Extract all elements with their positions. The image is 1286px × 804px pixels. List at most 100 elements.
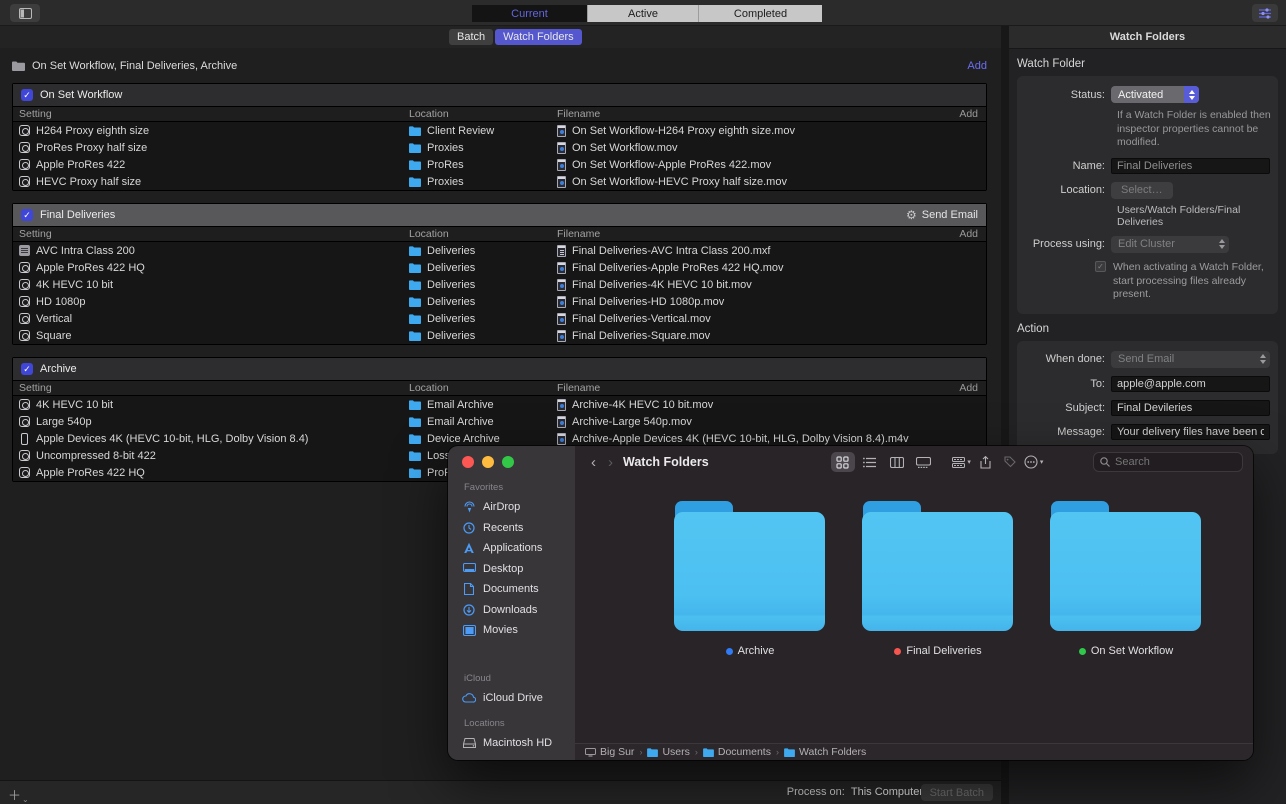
group-checkbox[interactable]: ✓ — [21, 363, 33, 375]
subtab-batch[interactable]: Batch — [449, 29, 493, 45]
sidebar-item-movies[interactable]: Movies — [462, 620, 575, 641]
zoom-button[interactable] — [502, 456, 514, 468]
group-header[interactable]: ✓ Archive — [13, 358, 986, 380]
group-header-selected[interactable]: ✓ Final Deliveries ⚙ Send Email — [13, 204, 986, 226]
forward-button[interactable]: › — [608, 454, 613, 471]
table-header: Setting Location Filename Add — [13, 226, 986, 242]
share-button[interactable] — [974, 452, 998, 472]
folder-on-set-workflow[interactable]: On Set Workflow — [1050, 501, 1202, 679]
table-header: Setting Location Filename Add — [13, 380, 986, 396]
subtab-watch-folders[interactable]: Watch Folders — [495, 29, 582, 45]
window-controls — [462, 456, 575, 468]
path-item-big-sur[interactable]: Big Sur — [585, 746, 634, 758]
process-using-dropdown[interactable]: Edit Cluster — [1111, 236, 1229, 253]
setting-name: Vertical — [36, 313, 72, 325]
location-name: Deliveries — [427, 262, 475, 274]
table-row[interactable]: Large 540p Email Archive Archive-Large 5… — [13, 413, 986, 430]
table-row[interactable]: ProRes Proxy half size Proxies On Set Wo… — [13, 139, 986, 156]
path-item-watch-folders[interactable]: Watch Folders — [784, 746, 866, 758]
tag-blue-dot — [726, 648, 733, 655]
email-to-field[interactable] — [1111, 376, 1270, 392]
email-message-field[interactable] — [1111, 424, 1270, 440]
table-row[interactable]: HD 1080p Deliveries Final Deliveries-HD … — [13, 293, 986, 310]
table-row[interactable]: Vertical Deliveries Final Deliveries-Ver… — [13, 310, 986, 327]
setting-name: Apple Devices 4K (HEVC 10-bit, HLG, Dolb… — [36, 433, 308, 445]
finder-window[interactable]: Favorites AirDrop Recents Applications D… — [448, 446, 1253, 760]
table-row[interactable]: Apple ProRes 422 HQ Deliveries Final Del… — [13, 259, 986, 276]
tab-active[interactable]: Active — [587, 5, 698, 22]
path-item-users[interactable]: Users — [647, 746, 689, 758]
tab-current[interactable]: Current — [472, 5, 587, 22]
group-checkbox[interactable]: ✓ — [21, 209, 33, 221]
sidebar-item-desktop[interactable]: Desktop — [462, 559, 575, 580]
minimize-button[interactable] — [482, 456, 494, 468]
chevron-down-icon: ▾ — [967, 458, 971, 466]
table-row[interactable]: Apple ProRes 422 ProRes On Set Workflow-… — [13, 156, 986, 173]
back-button[interactable]: ‹ — [591, 454, 596, 471]
close-button[interactable] — [462, 456, 474, 468]
setting-icon — [19, 330, 30, 341]
add-output-button[interactable]: Add — [952, 228, 986, 240]
sidebar-item-recents[interactable]: Recents — [462, 518, 575, 539]
column-view-button[interactable] — [885, 452, 909, 472]
sidebar-item-label: Applications — [483, 542, 542, 554]
folder-final-deliveries[interactable]: Final Deliveries — [862, 501, 1014, 679]
when-done-dropdown[interactable]: Send Email — [1111, 351, 1270, 368]
folder-archive[interactable]: Archive — [674, 501, 826, 679]
sidebar-item-label: AirDrop — [483, 501, 520, 513]
sidebar-item-documents[interactable]: Documents — [462, 579, 575, 600]
table-header: Setting Location Filename Add — [13, 106, 986, 122]
finder-window-title: Watch Folders — [623, 455, 709, 469]
add-output-button[interactable]: Add — [952, 108, 986, 120]
process-on-value[interactable]: This Computer — [851, 786, 923, 798]
sidebar-item-icloud-drive[interactable]: iCloud Drive — [462, 688, 575, 709]
sidebar-item-macintosh-hd[interactable]: Macintosh HD — [462, 733, 575, 754]
filename: Archive-4K HEVC 10 bit.mov — [572, 399, 713, 411]
tab-completed[interactable]: Completed — [698, 5, 822, 22]
path-item-documents[interactable]: Documents — [703, 746, 771, 758]
table-row[interactable]: HEVC Proxy half size Proxies On Set Work… — [13, 173, 986, 190]
email-subject-field[interactable] — [1111, 400, 1270, 416]
table-row[interactable]: Apple Devices 4K (HEVC 10-bit, HLG, Dolb… — [13, 430, 986, 447]
folder-icon — [1050, 501, 1202, 633]
list-view-button[interactable] — [858, 452, 882, 472]
add-item-button[interactable]: ＋⌄ — [8, 785, 29, 804]
start-processing-checkbox[interactable]: ✓ — [1095, 261, 1106, 272]
search-field[interactable] — [1093, 452, 1243, 472]
table-row[interactable]: 4K HEVC 10 bit Deliveries Final Deliveri… — [13, 276, 986, 293]
collection-header[interactable]: On Set Workflow, Final Deliveries, Archi… — [12, 57, 987, 75]
sidebar-toggle-button[interactable] — [10, 4, 40, 22]
inspector-toggle-button[interactable] — [1252, 4, 1278, 22]
sidebar-item-downloads[interactable]: Downloads — [462, 600, 575, 621]
sidebar-item-applications[interactable]: Applications — [462, 538, 575, 559]
filename: Final Deliveries-4K HEVC 10 bit.mov — [572, 279, 752, 291]
clock-icon — [462, 522, 476, 534]
group-checkbox[interactable]: ✓ — [21, 89, 33, 101]
group-action[interactable]: ⚙ Send Email — [906, 208, 978, 222]
table-row[interactable]: AVC Intra Class 200 Deliveries Final Del… — [13, 242, 986, 259]
start-batch-button[interactable]: Start Batch — [921, 784, 993, 801]
view-tabs: Current Active Completed — [472, 5, 822, 22]
table-row[interactable]: 4K HEVC 10 bit Email Archive Archive-4K … — [13, 396, 986, 413]
file-icon — [557, 142, 566, 154]
status-dropdown[interactable]: Activated — [1111, 86, 1199, 103]
gallery-view-button[interactable] — [912, 452, 936, 472]
table-row[interactable]: H264 Proxy eighth size Client Review On … — [13, 122, 986, 139]
location-folder-icon — [409, 297, 421, 307]
table-row[interactable]: Square Deliveries Final Deliveries-Squar… — [13, 327, 986, 344]
watch-folder-group-on-set-workflow: ✓ On Set Workflow Setting Location Filen… — [12, 83, 987, 191]
sidebar-item-label: Recents — [483, 522, 523, 534]
sidebar-item-airdrop[interactable]: AirDrop — [462, 497, 575, 518]
tag-button[interactable] — [998, 452, 1022, 472]
search-input[interactable] — [1115, 456, 1225, 468]
folder-icon — [703, 748, 714, 757]
name-field[interactable] — [1111, 158, 1270, 174]
group-header[interactable]: ✓ On Set Workflow — [13, 84, 986, 106]
applications-icon — [462, 542, 476, 554]
add-watch-folder-button[interactable]: Add — [967, 60, 987, 72]
group-by-button[interactable]: ▾ — [950, 452, 974, 472]
add-output-button[interactable]: Add — [952, 382, 986, 394]
icon-view-button[interactable] — [831, 452, 855, 472]
location-select-button[interactable]: Select… — [1111, 182, 1173, 199]
more-actions-button[interactable]: ▾ — [1022, 452, 1046, 472]
